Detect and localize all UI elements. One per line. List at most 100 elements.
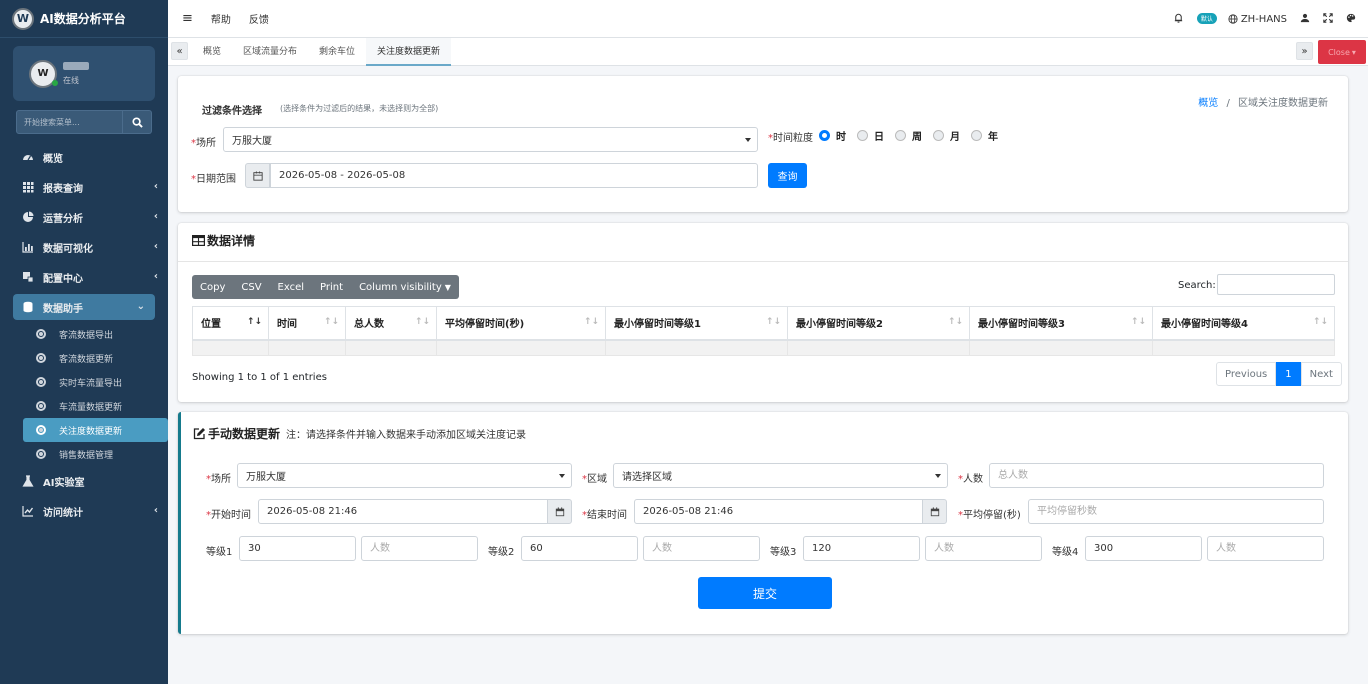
feedback-link[interactable]: 反馈 bbox=[249, 11, 269, 26]
column-header[interactable]: 最小停留时间等级2 ↑↓ bbox=[787, 306, 970, 341]
database-icon bbox=[22, 301, 34, 313]
venue-select[interactable]: 万服大厦 bbox=[223, 127, 758, 152]
tab-bar: « 概览 区域流量分布 剩余车位 关注度数据更新 » Close ▾ bbox=[168, 38, 1368, 66]
sidebar-item-visit-stats[interactable]: 访问统计 ‹ bbox=[0, 496, 168, 526]
brand[interactable]: W AI数据分析平台 bbox=[0, 0, 168, 38]
calendar-icon[interactable] bbox=[547, 499, 572, 524]
sub-item-sales-manage[interactable]: 销售数据管理 bbox=[0, 442, 168, 466]
level2-people-input[interactable] bbox=[643, 536, 760, 561]
fullscreen-button[interactable] bbox=[1323, 12, 1333, 26]
granularity-hour[interactable]: 时 bbox=[819, 128, 846, 143]
sidebar-item-ai-lab[interactable]: AI实验室 bbox=[0, 466, 168, 496]
language-selector[interactable]: ZH-HANS bbox=[1228, 14, 1287, 25]
tab-scroll-right[interactable]: » bbox=[1296, 42, 1313, 60]
sidebar-item-overview[interactable]: 概览 bbox=[0, 142, 168, 172]
tab-parking[interactable]: 剩余车位 bbox=[308, 38, 366, 66]
calendar-icon[interactable] bbox=[245, 163, 270, 188]
help-link[interactable]: 帮助 bbox=[211, 11, 231, 26]
radio-label: 月 bbox=[950, 132, 960, 143]
column-header[interactable]: 最小停留时间等级4 ↑↓ bbox=[1152, 306, 1335, 341]
column-header[interactable]: 平均停留时间(秒) ↑↓ bbox=[436, 306, 606, 341]
level3-people-input[interactable] bbox=[925, 536, 1042, 561]
end-time-input[interactable]: 2026-05-08 21:46 bbox=[634, 499, 923, 524]
detail-title: 数据详情 bbox=[192, 232, 255, 249]
granularity-month[interactable]: 月 bbox=[933, 128, 960, 143]
tab-overview[interactable]: 概览 bbox=[192, 38, 232, 66]
column-header[interactable]: 时间 ↑↓ bbox=[268, 306, 346, 341]
column-visibility-label: Column visibility bbox=[359, 281, 442, 293]
chevron-left-icon: ‹ bbox=[153, 181, 158, 192]
calendar-icon[interactable] bbox=[922, 499, 947, 524]
pagination-next[interactable]: Next bbox=[1300, 362, 1342, 386]
sidebar-item-config[interactable]: 配置中心 ‹ bbox=[0, 262, 168, 292]
column-header[interactable]: 总人数 ↑↓ bbox=[345, 306, 437, 341]
expand-icon bbox=[1323, 12, 1333, 23]
sidebar-item-visualization[interactable]: 数据可视化 ‹ bbox=[0, 232, 168, 262]
tab-attention-update[interactable]: 关注度数据更新 bbox=[366, 38, 452, 66]
level4-seconds-input[interactable] bbox=[1085, 536, 1202, 561]
tab-close-button[interactable]: Close ▾ bbox=[1318, 40, 1366, 64]
level1-seconds-input[interactable] bbox=[239, 536, 356, 561]
table-search-label: Search: bbox=[1178, 280, 1216, 291]
column-header-label: 时间 bbox=[277, 319, 297, 331]
print-button[interactable]: Print bbox=[312, 275, 351, 299]
granularity-year[interactable]: 年 bbox=[971, 128, 998, 143]
manual-venue-select[interactable]: 万服大厦 bbox=[237, 463, 572, 488]
sub-item-footfall-update[interactable]: 客流数据更新 bbox=[0, 346, 168, 370]
avg-stay-input[interactable] bbox=[1028, 499, 1324, 524]
sidebar-item-label: 概览 bbox=[43, 153, 63, 165]
filter-card: 过滤条件选择 (选择条件为过滤后的结果，未选择则为全部) 概览 / 区域关注度数… bbox=[178, 76, 1348, 212]
date-range-input[interactable]: 2026-05-08 - 2026-05-08 bbox=[270, 163, 758, 188]
pagination-page[interactable]: 1 bbox=[1276, 362, 1301, 386]
sidebar-item-data-assistant[interactable]: 数据助手 ⌄ bbox=[13, 294, 155, 320]
sidebar-search-button[interactable] bbox=[123, 110, 152, 134]
csv-button[interactable]: CSV bbox=[233, 275, 269, 299]
breadcrumb-sep: / bbox=[1226, 98, 1230, 109]
level1-people-input[interactable] bbox=[361, 536, 478, 561]
submit-button[interactable]: 提交 bbox=[698, 577, 832, 609]
column-header[interactable]: 位置 ↑↓ bbox=[192, 306, 269, 341]
level4-people-input[interactable] bbox=[1207, 536, 1324, 561]
sidebar-item-label: AI实验室 bbox=[43, 477, 85, 489]
notification-button[interactable] bbox=[1173, 12, 1184, 26]
breadcrumb-home[interactable]: 概览 bbox=[1198, 98, 1218, 109]
caret-down-icon bbox=[935, 474, 941, 478]
palette-button[interactable] bbox=[1346, 13, 1356, 26]
menu-toggle-icon[interactable]: ≡ bbox=[182, 11, 193, 26]
user-panel[interactable]: W 在线 bbox=[13, 46, 155, 101]
column-header[interactable]: 最小停留时间等级1 ↑↓ bbox=[605, 306, 788, 341]
query-button[interactable]: 查询 bbox=[768, 163, 807, 188]
sidebar-search-input[interactable] bbox=[16, 110, 123, 134]
detail-title-text: 数据详情 bbox=[207, 234, 256, 248]
granularity-day[interactable]: 日 bbox=[857, 128, 884, 143]
tab-scroll-left[interactable]: « bbox=[171, 42, 188, 60]
excel-button[interactable]: Excel bbox=[270, 275, 313, 299]
sub-item-traffic-update[interactable]: 车流量数据更新 bbox=[0, 394, 168, 418]
level2-label: 等级2 bbox=[488, 547, 515, 558]
end-time-label-text: 结束时间 bbox=[587, 510, 627, 521]
sub-item-traffic-export[interactable]: 实时车流量导出 bbox=[0, 370, 168, 394]
granularity-week[interactable]: 周 bbox=[895, 128, 922, 143]
sidebar-item-operations[interactable]: 运营分析 ‹ bbox=[0, 202, 168, 232]
avg-stay-label-text: 平均停留(秒) bbox=[963, 510, 1021, 521]
table-search-input[interactable] bbox=[1217, 274, 1335, 295]
user-button[interactable] bbox=[1300, 13, 1310, 26]
sub-item-attention-update[interactable]: 关注度数据更新 bbox=[23, 418, 168, 442]
sidebar-item-reports[interactable]: 报表查询 ‹ bbox=[0, 172, 168, 202]
chevron-down-icon: ⌄ bbox=[136, 301, 145, 312]
people-input[interactable] bbox=[989, 463, 1324, 488]
start-time-input[interactable]: 2026-05-08 21:46 bbox=[258, 499, 548, 524]
manual-venue-label-text: 场所 bbox=[211, 474, 231, 485]
date-range-label-text: 日期范围 bbox=[196, 174, 236, 185]
area-select[interactable]: 请选择区域 bbox=[613, 463, 948, 488]
column-visibility-button[interactable]: Column visibility ▼ bbox=[351, 275, 459, 299]
level2-seconds-input[interactable] bbox=[521, 536, 638, 561]
topbar: ≡ 帮助 反馈 默认 ZH-HANS bbox=[168, 0, 1368, 38]
copy-button[interactable]: Copy bbox=[192, 275, 233, 299]
column-header-label: 总人数 bbox=[354, 319, 384, 331]
tab-area-flow[interactable]: 区域流量分布 bbox=[232, 38, 308, 66]
column-header[interactable]: 最小停留时间等级3 ↑↓ bbox=[969, 306, 1153, 341]
level3-seconds-input[interactable] bbox=[803, 536, 920, 561]
sub-item-footfall-export[interactable]: 客流数据导出 bbox=[0, 322, 168, 346]
pagination-previous[interactable]: Previous bbox=[1216, 362, 1277, 386]
